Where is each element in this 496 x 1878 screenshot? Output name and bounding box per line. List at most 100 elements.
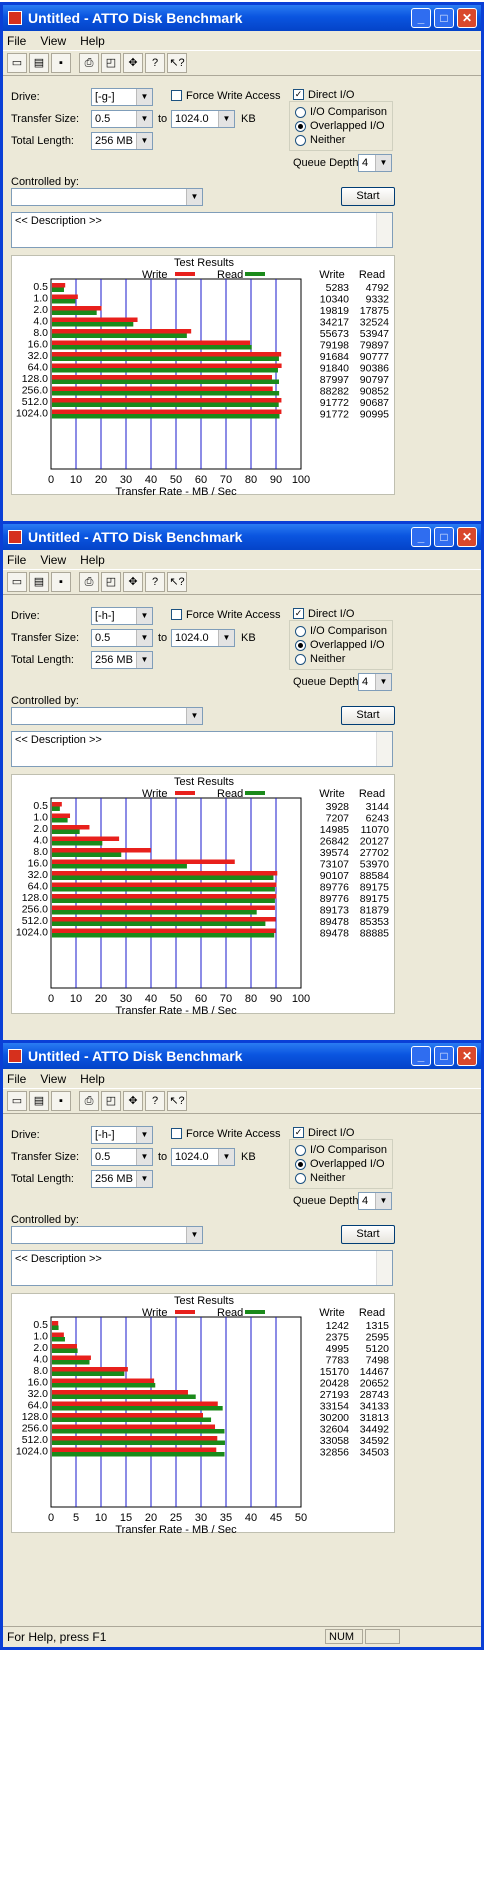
start-button[interactable]: Start <box>341 187 395 206</box>
print-icon[interactable]: ⎙ <box>79 1091 99 1111</box>
description-scrollbar[interactable] <box>376 732 392 766</box>
controlled-by-select[interactable]: ▼ <box>11 188 203 206</box>
help-icon[interactable]: ? <box>145 572 165 592</box>
preview-icon[interactable]: ◰ <box>101 53 121 73</box>
move-icon[interactable]: ✥ <box>123 572 143 592</box>
open-icon[interactable]: ▤ <box>29 1091 49 1111</box>
transfer-from-select[interactable]: 0.5 ▼ <box>91 110 153 128</box>
chevron-down-icon[interactable]: ▼ <box>136 608 152 624</box>
chevron-down-icon[interactable]: ▼ <box>375 155 391 171</box>
queue-depth-select[interactable]: 4 ▼ <box>358 154 392 172</box>
description-scrollbar[interactable] <box>376 1251 392 1285</box>
force-write-checkbox[interactable] <box>171 1128 182 1139</box>
transfer-from-select[interactable]: 0.5 ▼ <box>91 1148 153 1166</box>
neither-radio[interactable] <box>295 654 306 665</box>
open-icon[interactable]: ▤ <box>29 53 49 73</box>
total-length-select[interactable]: 256 MB ▼ <box>91 651 153 669</box>
chevron-down-icon[interactable]: ▼ <box>218 111 234 127</box>
queue-depth-select[interactable]: 4 ▼ <box>358 1192 392 1210</box>
menu-help[interactable]: Help <box>80 34 105 48</box>
direct-io-checkbox[interactable]: ✓ <box>293 89 304 100</box>
chevron-down-icon[interactable]: ▼ <box>136 111 152 127</box>
close-icon[interactable]: ✕ <box>457 8 477 28</box>
force-write-checkbox[interactable] <box>171 609 182 620</box>
total-length-select[interactable]: 256 MB ▼ <box>91 1170 153 1188</box>
drive-select[interactable]: [-h-] ▼ <box>91 1126 153 1144</box>
menu-help[interactable]: Help <box>80 553 105 567</box>
close-icon[interactable]: ✕ <box>457 1046 477 1066</box>
chevron-down-icon[interactable]: ▼ <box>136 133 152 149</box>
maximize-icon[interactable]: □ <box>434 527 454 547</box>
menu-help[interactable]: Help <box>80 1072 105 1086</box>
overlapped-io-radio[interactable] <box>295 1159 306 1170</box>
menu-view[interactable]: View <box>40 34 66 48</box>
neither-radio[interactable] <box>295 135 306 146</box>
chevron-down-icon[interactable]: ▼ <box>136 1127 152 1143</box>
drive-select[interactable]: [-h-] ▼ <box>91 607 153 625</box>
menu-file[interactable]: File <box>7 553 26 567</box>
direct-io-checkbox[interactable]: ✓ <box>293 608 304 619</box>
new-icon[interactable]: ▭ <box>7 572 27 592</box>
minimize-icon[interactable]: _ <box>411 527 431 547</box>
open-icon[interactable]: ▤ <box>29 572 49 592</box>
chevron-down-icon[interactable]: ▼ <box>136 1171 152 1187</box>
description-scrollbar[interactable] <box>376 213 392 247</box>
controlled-by-select[interactable]: ▼ <box>11 707 203 725</box>
move-icon[interactable]: ✥ <box>123 53 143 73</box>
chevron-down-icon[interactable]: ▼ <box>136 652 152 668</box>
preview-icon[interactable]: ◰ <box>101 1091 121 1111</box>
context-help-icon[interactable]: ↖? <box>167 1091 187 1111</box>
controlled-by-select[interactable]: ▼ <box>11 1226 203 1244</box>
context-help-icon[interactable]: ↖? <box>167 572 187 592</box>
start-button[interactable]: Start <box>341 706 395 725</box>
transfer-to-select[interactable]: 1024.0 ▼ <box>171 110 235 128</box>
start-button[interactable]: Start <box>341 1225 395 1244</box>
description-box[interactable]: << Description >> <box>11 731 393 767</box>
chevron-down-icon[interactable]: ▼ <box>218 630 234 646</box>
direct-io-checkbox[interactable]: ✓ <box>293 1127 304 1138</box>
force-write-checkbox[interactable] <box>171 90 182 101</box>
save-icon[interactable]: ▪ <box>51 53 71 73</box>
io-comparison-radio[interactable] <box>295 626 306 637</box>
chevron-down-icon[interactable]: ▼ <box>375 1193 391 1209</box>
menu-view[interactable]: View <box>40 553 66 567</box>
transfer-to-select[interactable]: 1024.0 ▼ <box>171 1148 235 1166</box>
overlapped-io-radio[interactable] <box>295 121 306 132</box>
overlapped-io-radio[interactable] <box>295 640 306 651</box>
save-icon[interactable]: ▪ <box>51 1091 71 1111</box>
neither-radio[interactable] <box>295 1173 306 1184</box>
chevron-down-icon[interactable]: ▼ <box>186 1227 202 1243</box>
menu-file[interactable]: File <box>7 1072 26 1086</box>
maximize-icon[interactable]: □ <box>434 8 454 28</box>
io-comparison-radio[interactable] <box>295 107 306 118</box>
close-icon[interactable]: ✕ <box>457 527 477 547</box>
preview-icon[interactable]: ◰ <box>101 572 121 592</box>
transfer-to-select[interactable]: 1024.0 ▼ <box>171 629 235 647</box>
title-bar[interactable]: Untitled - ATTO Disk Benchmark _ □ ✕ <box>3 524 481 550</box>
chevron-down-icon[interactable]: ▼ <box>136 89 152 105</box>
chevron-down-icon[interactable]: ▼ <box>186 189 202 205</box>
help-icon[interactable]: ? <box>145 53 165 73</box>
title-bar[interactable]: Untitled - ATTO Disk Benchmark _ □ ✕ <box>3 5 481 31</box>
save-icon[interactable]: ▪ <box>51 572 71 592</box>
chevron-down-icon[interactable]: ▼ <box>218 1149 234 1165</box>
print-icon[interactable]: ⎙ <box>79 53 99 73</box>
new-icon[interactable]: ▭ <box>7 53 27 73</box>
chevron-down-icon[interactable]: ▼ <box>186 708 202 724</box>
minimize-icon[interactable]: _ <box>411 1046 431 1066</box>
title-bar[interactable]: Untitled - ATTO Disk Benchmark _ □ ✕ <box>3 1043 481 1069</box>
print-icon[interactable]: ⎙ <box>79 572 99 592</box>
chevron-down-icon[interactable]: ▼ <box>136 630 152 646</box>
new-icon[interactable]: ▭ <box>7 1091 27 1111</box>
help-icon[interactable]: ? <box>145 1091 165 1111</box>
total-length-select[interactable]: 256 MB ▼ <box>91 132 153 150</box>
move-icon[interactable]: ✥ <box>123 1091 143 1111</box>
description-box[interactable]: << Description >> <box>11 1250 393 1286</box>
maximize-icon[interactable]: □ <box>434 1046 454 1066</box>
transfer-from-select[interactable]: 0.5 ▼ <box>91 629 153 647</box>
context-help-icon[interactable]: ↖? <box>167 53 187 73</box>
drive-select[interactable]: [-g-] ▼ <box>91 88 153 106</box>
menu-file[interactable]: File <box>7 34 26 48</box>
menu-view[interactable]: View <box>40 1072 66 1086</box>
chevron-down-icon[interactable]: ▼ <box>136 1149 152 1165</box>
